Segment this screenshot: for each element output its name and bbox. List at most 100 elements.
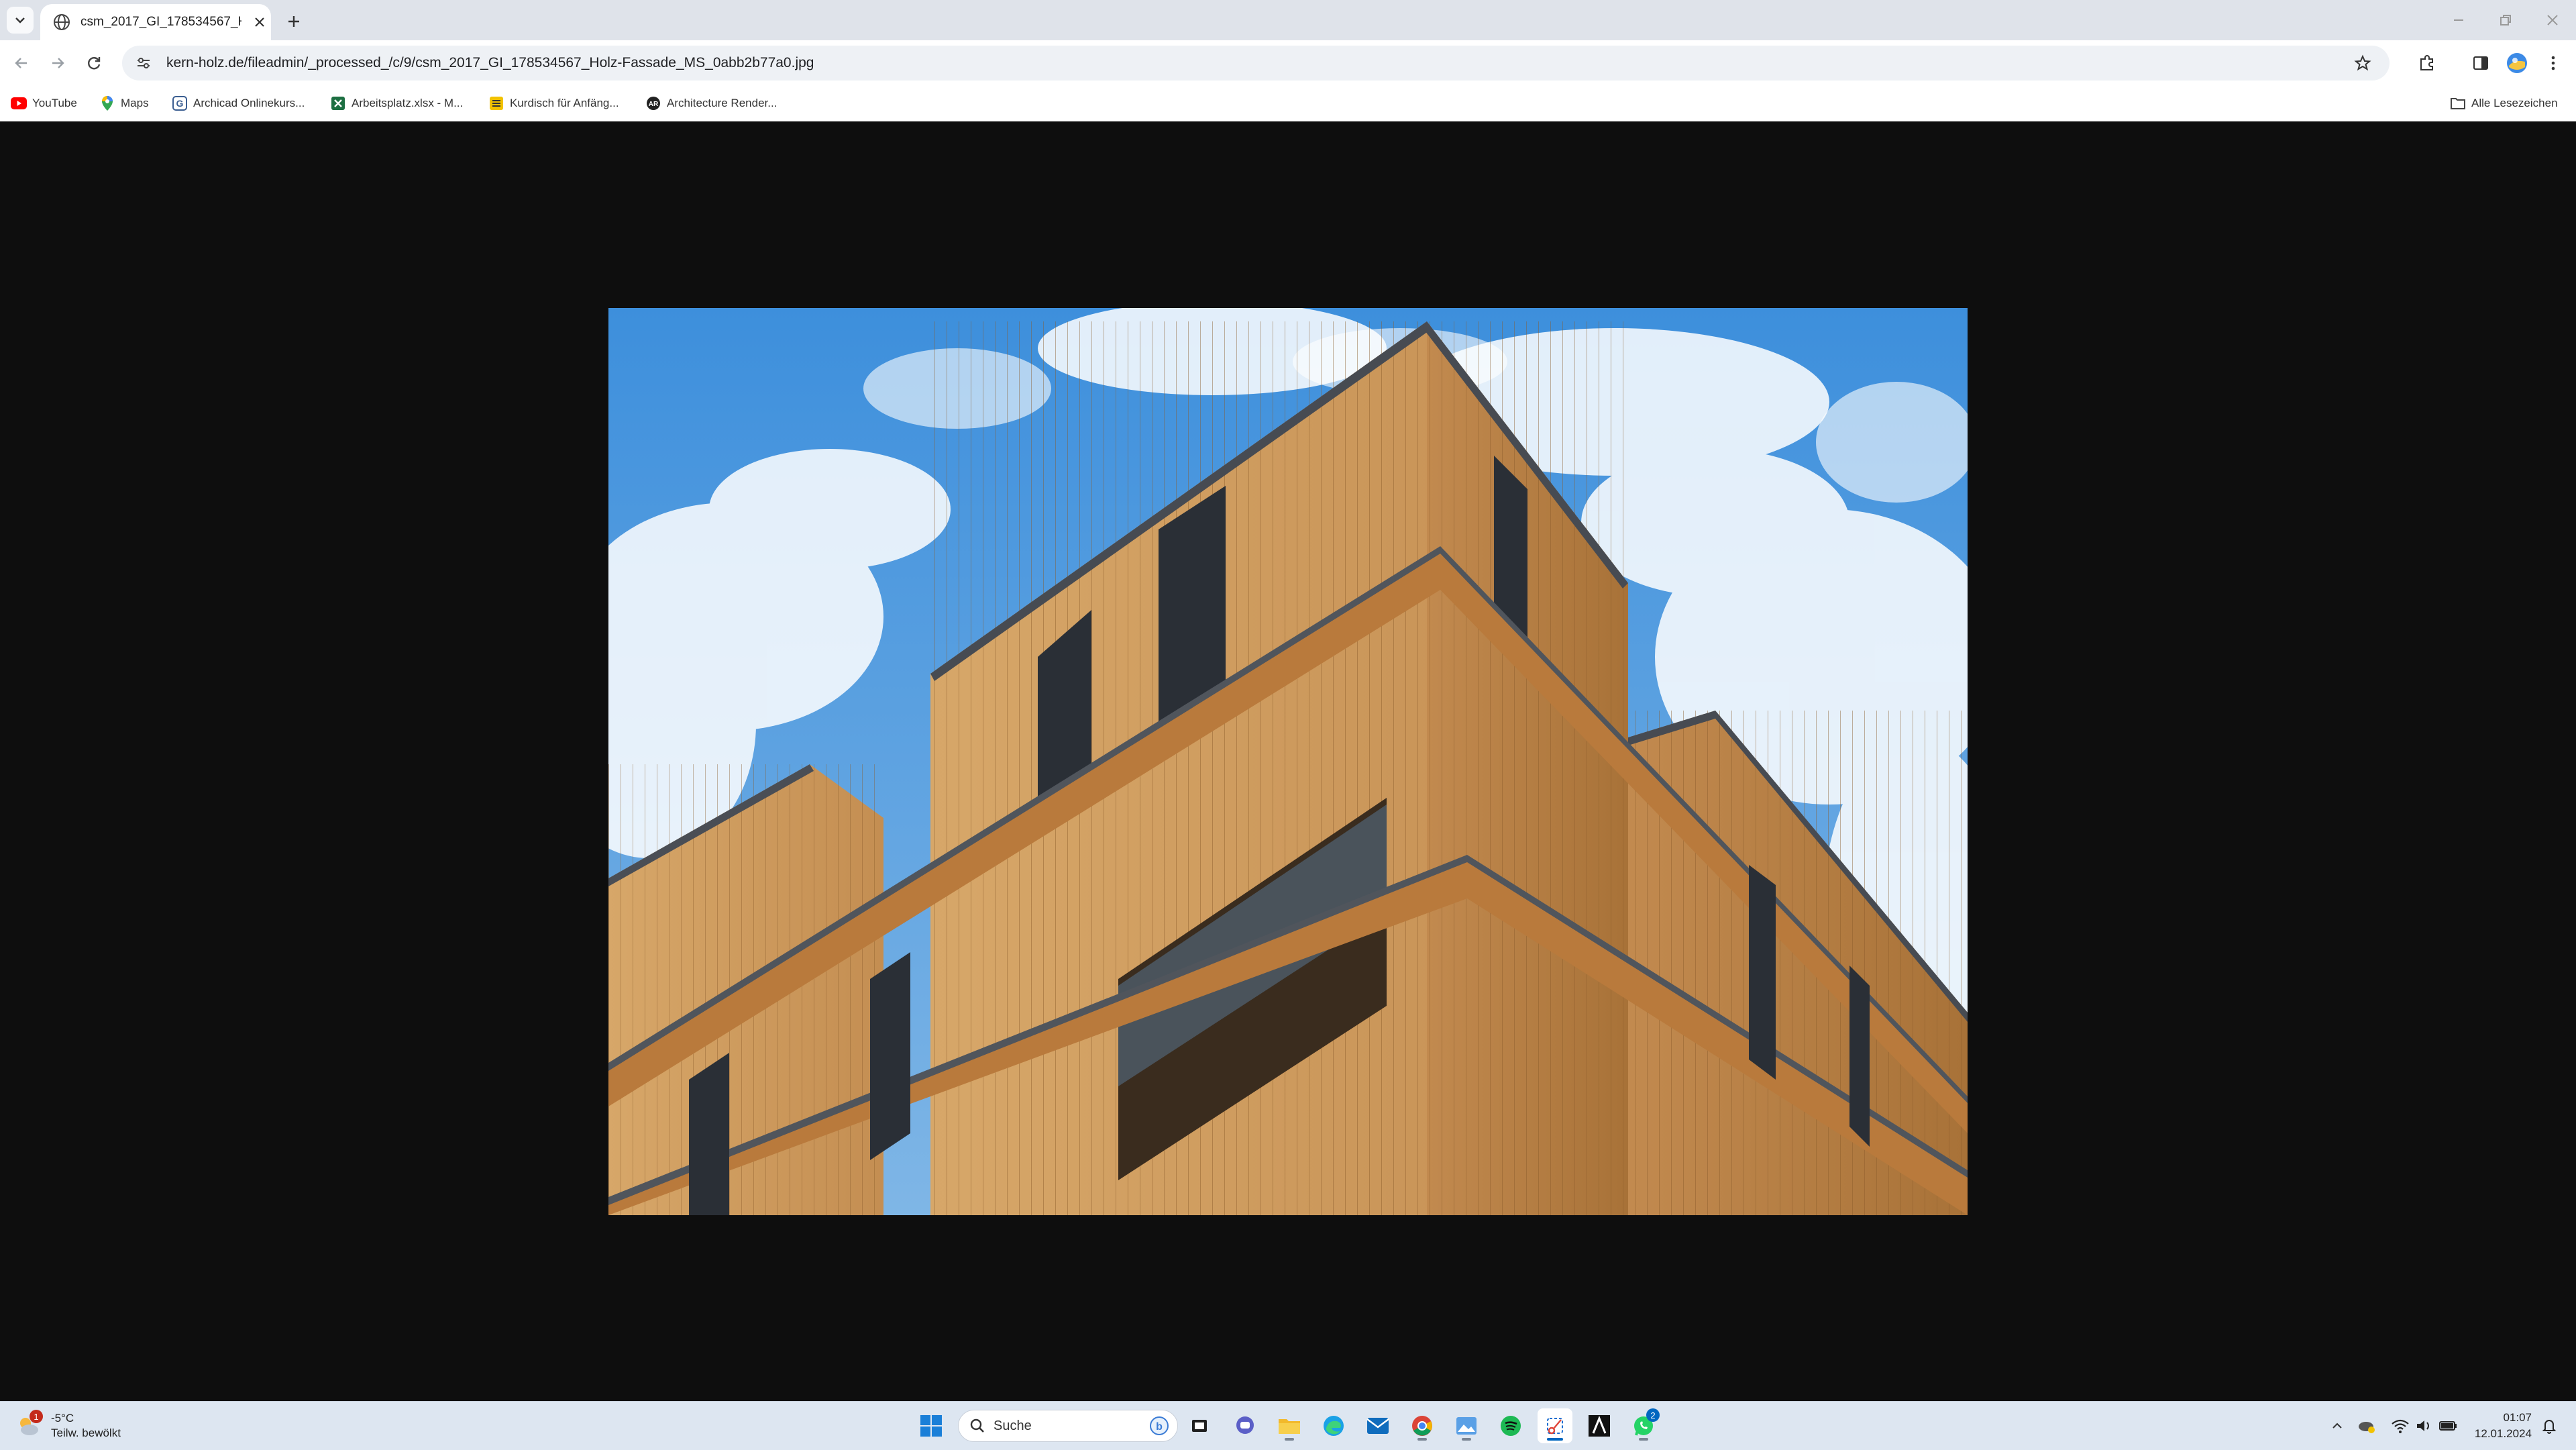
weather-temp: -5°C xyxy=(51,1412,74,1425)
teams-chat-icon xyxy=(1236,1416,1254,1434)
tab-close-button[interactable] xyxy=(250,12,270,32)
address-bar[interactable]: kern-holz.de/fileadmin/_processed_/c/9/c… xyxy=(122,46,2390,81)
speaker-icon xyxy=(2417,1420,2429,1431)
extensions-button[interactable] xyxy=(2412,48,2442,78)
globe-icon xyxy=(54,14,70,30)
close-window-button[interactable] xyxy=(2529,5,2576,35)
reload-button[interactable] xyxy=(79,48,109,78)
task-view-icon xyxy=(1192,1420,1207,1432)
windows-taskbar: 1 -5°C Teilw. bewölkt Suche b 2 01:07 12… xyxy=(0,1401,2576,1450)
windows-logo-icon xyxy=(920,1415,942,1437)
snipping-tool-app[interactable] xyxy=(1538,1408,1572,1443)
tab-strip: csm_2017_GI_178534567_Holz xyxy=(0,0,2576,40)
notifications-button[interactable] xyxy=(2537,1412,2561,1439)
clock-time: 01:07 xyxy=(2503,1411,2532,1424)
clock-date: 12.01.2024 xyxy=(2474,1427,2532,1440)
browser-menu-button[interactable] xyxy=(2538,48,2568,78)
new-tab-button[interactable] xyxy=(280,8,307,35)
running-indicator xyxy=(1639,1438,1648,1441)
bing-icon: b xyxy=(1150,1416,1169,1435)
spotify-app[interactable] xyxy=(1493,1408,1528,1443)
bookmark-label: YouTube xyxy=(32,97,77,109)
minimize-icon xyxy=(2454,19,2463,21)
bookmark-kurdisch[interactable]: Kurdisch für Anfäng... xyxy=(488,93,619,114)
onedrive-tray-icon[interactable] xyxy=(2355,1412,2379,1439)
restore-button[interactable] xyxy=(2482,5,2529,35)
wifi-tray-icon[interactable] xyxy=(2388,1412,2412,1439)
folder-icon xyxy=(2450,95,2466,111)
plus-icon xyxy=(288,16,299,27)
wifi-icon xyxy=(2392,1419,2409,1433)
bookmark-label: Arbeitsplatz.xlsx - M... xyxy=(352,97,464,109)
battery-tray-icon[interactable] xyxy=(2436,1412,2461,1439)
g-logo-icon: G xyxy=(172,95,188,111)
bookmark-archicad[interactable]: G Archicad Onlinekurs... xyxy=(172,93,305,114)
volume-tray-icon[interactable] xyxy=(2412,1412,2436,1439)
file-explorer-app[interactable] xyxy=(1272,1408,1307,1443)
task-view-button[interactable] xyxy=(1182,1408,1217,1443)
bookmark-label: Archicad Onlinekurs... xyxy=(193,97,305,109)
excel-icon xyxy=(330,95,346,111)
battery-charging-icon xyxy=(2439,1421,2457,1431)
profile-avatar[interactable] xyxy=(2502,48,2532,78)
wooden-building-image xyxy=(608,308,1968,1215)
system-clock[interactable]: 01:07 12.01.2024 xyxy=(2475,1410,2532,1442)
site-info-button[interactable] xyxy=(130,50,157,76)
svg-text:b: b xyxy=(1156,1421,1163,1433)
search-icon xyxy=(970,1418,984,1433)
close-icon xyxy=(2547,15,2558,25)
bookmark-label: Maps xyxy=(121,97,149,109)
photos-icon xyxy=(1456,1417,1477,1435)
bookmark-label: Architecture Render... xyxy=(667,97,777,109)
taskbar-search-box[interactable]: Suche b xyxy=(958,1410,1178,1442)
chrome-icon xyxy=(1412,1416,1432,1436)
mail-icon xyxy=(1366,1418,1389,1434)
scissors-icon xyxy=(1547,1418,1563,1435)
tab-active[interactable]: csm_2017_GI_178534567_Holz xyxy=(40,4,271,40)
arrow-left-icon xyxy=(15,58,27,68)
whatsapp-badge: 2 xyxy=(1646,1408,1660,1422)
forward-button[interactable] xyxy=(43,48,72,78)
tune-icon xyxy=(138,58,150,68)
avatar-icon xyxy=(2507,53,2527,73)
tab-search-button[interactable] xyxy=(7,7,34,34)
active-indicator xyxy=(1547,1438,1563,1441)
side-panel-icon xyxy=(2473,56,2488,70)
photos-app[interactable] xyxy=(1449,1408,1484,1443)
bookmark-maps[interactable]: Maps xyxy=(99,93,149,114)
ar-logo-icon: AR xyxy=(645,95,661,111)
more-vert-icon xyxy=(2551,56,2555,70)
browser-toolbar: kern-holz.de/fileadmin/_processed_/c/9/c… xyxy=(0,40,2576,86)
all-bookmarks-button[interactable]: Alle Lesezeichen xyxy=(2450,93,2558,114)
weather-widget[interactable]: 1 -5°C Teilw. bewölkt xyxy=(15,1407,121,1445)
archicad-a-icon xyxy=(1589,1415,1610,1437)
whatsapp-app[interactable]: 2 xyxy=(1626,1408,1661,1443)
chevron-up-icon xyxy=(2332,1422,2342,1429)
puzzle-icon xyxy=(2420,55,2433,70)
side-panel-button[interactable] xyxy=(2466,48,2496,78)
facade-photo[interactable] xyxy=(608,308,1968,1215)
restore-icon xyxy=(2500,15,2511,25)
star-icon xyxy=(2354,54,2371,71)
spotify-icon xyxy=(1501,1416,1521,1436)
teams-app[interactable] xyxy=(1228,1408,1263,1443)
edge-app[interactable] xyxy=(1316,1408,1351,1443)
running-indicator xyxy=(1462,1438,1471,1441)
tab-title: csm_2017_GI_178534567_Holz xyxy=(80,15,241,29)
bookmark-star-button[interactable] xyxy=(2349,50,2376,76)
search-label: Suche xyxy=(994,1418,1032,1433)
back-button[interactable] xyxy=(7,48,36,78)
chrome-app[interactable] xyxy=(1405,1408,1440,1443)
bookmark-youtube[interactable]: YouTube xyxy=(11,93,77,114)
mail-app[interactable] xyxy=(1360,1408,1395,1443)
start-button[interactable] xyxy=(914,1408,949,1443)
show-hidden-icons-button[interactable] xyxy=(2325,1412,2349,1439)
url-text: kern-holz.de/fileadmin/_processed_/c/9/c… xyxy=(166,55,814,70)
bookmark-architecture-render[interactable]: AR Architecture Render... xyxy=(645,93,777,114)
bell-icon xyxy=(2542,1420,2557,1434)
minimize-button[interactable] xyxy=(2435,5,2482,35)
archicad-app[interactable] xyxy=(1582,1408,1617,1443)
bookmark-arbeitsplatz[interactable]: Arbeitsplatz.xlsx - M... xyxy=(330,93,463,114)
running-indicator xyxy=(1417,1438,1427,1441)
book-icon xyxy=(488,95,504,111)
